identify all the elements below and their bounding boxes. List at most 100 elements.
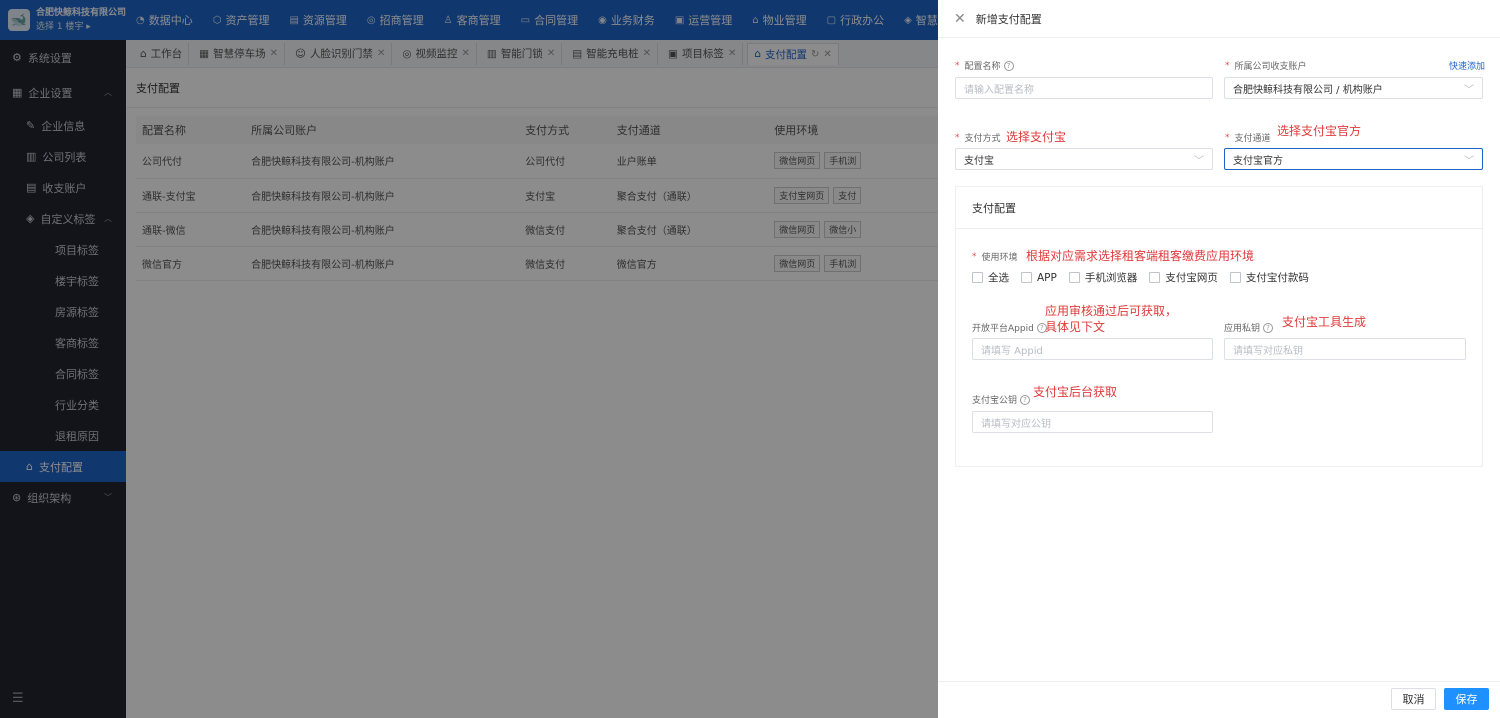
checkbox[interactable] — [972, 272, 983, 283]
sidebar-item-company-list[interactable]: ▥ 公司列表 — [0, 141, 126, 172]
env-select-all[interactable]: 全选 — [972, 270, 1009, 285]
checkbox[interactable] — [1068, 272, 1080, 283]
dashboard-icon: ◔ — [136, 14, 145, 26]
save-button[interactable]: 保存 — [1444, 688, 1489, 710]
customer-icon: ♙ — [443, 14, 453, 26]
whale-logo-icon: 🐋 — [8, 9, 30, 31]
appid-label: 开放平台Appid? — [972, 321, 1047, 334]
drawer-title: 新增支付配置 — [975, 12, 1042, 26]
gear-icon: ⚙ — [12, 51, 22, 64]
close-icon[interactable]: ✕ — [377, 48, 385, 59]
pay-channel-select[interactable]: 支付宝官方 ﹀ — [1224, 148, 1483, 170]
checkbox[interactable] — [1229, 272, 1241, 283]
table-row[interactable]: 通联-微信 合肥快鲸科技有限公司-机构账户 微信支付 聚合支付（通联） 微信网页… — [136, 212, 946, 247]
nav-resource[interactable]: ▤ 资源管理 — [279, 12, 356, 28]
help-icon[interactable]: ? — [1036, 322, 1047, 333]
lock-icon: ⌂ — [754, 48, 761, 60]
checkbox[interactable] — [1149, 272, 1161, 283]
sidebar-item-accounts[interactable]: ▤ 收支账户 — [0, 172, 126, 203]
tab-charging[interactable]: ▤ 智能充电桩 ✕ — [566, 42, 659, 65]
env-alipay-paycode[interactable]: 支付宝付款码 — [1229, 270, 1309, 285]
pay-method-select[interactable]: 支付宝 ﹀ — [955, 148, 1213, 170]
public-key-label: 支付宝公钥? — [972, 393, 1031, 406]
pay-channel-note: 选择支付宝官方 — [1277, 124, 1362, 138]
nav-operation[interactable]: ▣ 运营管理 — [665, 12, 742, 28]
nav-property[interactable]: ⌂ 物业管理 — [742, 12, 816, 28]
nav-contract[interactable]: ▭ 合同管理 — [511, 12, 588, 28]
tab-project-tags[interactable]: ▣ 项目标签 ✕ — [662, 42, 744, 65]
help-icon[interactable]: ? — [1020, 394, 1031, 405]
pay-channel-label: * 支付通道 — [1225, 132, 1271, 145]
tab-smart-lock[interactable]: ▥ 智能门锁 ✕ — [481, 42, 563, 65]
close-icon[interactable]: ✕ — [728, 48, 736, 59]
env-tag: 微信网页 — [774, 152, 821, 170]
close-icon[interactable]: ✕ — [270, 48, 278, 59]
iot-icon: ◈ — [904, 14, 912, 26]
private-key-input[interactable]: 请填写对应私钥 — [1224, 338, 1466, 360]
public-key-input[interactable]: 请填写对应公钥 — [972, 411, 1213, 433]
config-name-input[interactable]: 请输入配置名称 — [955, 77, 1213, 99]
nav-customer[interactable]: ♙ 客商管理 — [434, 12, 511, 28]
column-header: 支付方式 — [519, 116, 611, 144]
quick-add-link[interactable]: 快速添加 — [1449, 59, 1485, 72]
table-row[interactable]: 通联-支付宝 合肥快鲸科技有限公司-机构账户 支付宝 聚合支付（通联） 支付宝网… — [136, 178, 946, 213]
column-header: 所属公司账户 — [245, 116, 520, 144]
env-label: * 使用环境 — [972, 251, 1018, 264]
pay-config-table: 配置名称 所属公司账户 支付方式 支付通道 使用环境 公司代付 合肥快鲸科技有限… — [136, 116, 946, 281]
env-tag: 微信网页 — [774, 220, 821, 238]
sidebar-item-org[interactable]: ⊛ 组织架构 ﹀ — [0, 482, 126, 513]
checkbox[interactable] — [1021, 272, 1032, 283]
env-app[interactable]: APP — [1021, 272, 1057, 284]
tab-parking[interactable]: ▦ 智慧停车场 ✕ — [193, 42, 285, 65]
building-selector[interactable]: 选择 1 楼宇 ▸ — [36, 20, 126, 34]
sidebar-item-project-tags[interactable]: 项目标签 — [0, 234, 126, 265]
brand[interactable]: 🐋 合肥快鲸科技有限公司 选择 1 楼宇 ▸ — [0, 0, 126, 40]
account-select[interactable]: 合肥快鲸科技有限公司 / 机构账户 ﹀ — [1224, 77, 1483, 99]
table-row[interactable]: 公司代付 合肥快鲸科技有限公司-机构账户 公司代付 业户账单 微信网页 手机浏 — [136, 144, 946, 179]
appid-input[interactable]: 请填写 Appid — [972, 338, 1213, 360]
sidebar-item-enterprise-info[interactable]: ✎ 企业信息 — [0, 110, 126, 141]
top-nav: ◔ 数据中心 ⬡ 资产管理 ▤ 资源管理 ◎ 招商管理 ♙ 客商管理 ▭ 合同管理 ◉ 业务财… — [126, 12, 970, 28]
drawer-header: ✕ 新增支付配置 — [938, 0, 1500, 38]
table-row[interactable]: 微信官方 合肥快鲸科技有限公司-机构账户 微信支付 微信官方 微信网页 手机浏 — [136, 246, 946, 281]
tab-pay-config[interactable]: ⌂ 支付配置 ↻ ✕ — [747, 42, 839, 65]
resource-icon: ▤ — [289, 14, 299, 26]
sidebar-item-industry[interactable]: 行业分类 — [0, 389, 126, 420]
menu-collapse-icon[interactable]: ☰ — [12, 691, 24, 706]
help-icon[interactable]: ? — [1263, 322, 1274, 333]
env-alipay-web[interactable]: 支付宝网页 — [1149, 270, 1218, 285]
nav-finance[interactable]: ◉ 业务财务 — [588, 12, 665, 28]
env-mobile-browser[interactable]: 手机浏览器 — [1068, 270, 1137, 285]
sidebar-item-customer-tags[interactable]: 客商标签 — [0, 327, 126, 358]
sidebar: ⚙ 系统设置 ▦ 企业设置 ︿ ✎ 企业信息 ▥ 公司列表 ▤ 收支账户 ◈ 自定义标签 ︿ 项… — [0, 40, 126, 718]
tab-face-access[interactable]: ☺ 人脸识别门禁 ✕ — [289, 42, 393, 65]
close-icon[interactable]: ✕ — [462, 48, 470, 59]
sidebar-item-system[interactable]: ⚙ 系统设置 — [0, 40, 126, 75]
sidebar-item-contract-tags[interactable]: 合同标签 — [0, 358, 126, 389]
private-key-label: 应用私钥? — [1224, 321, 1274, 334]
sidebar-item-pay-config[interactable]: ⌂ 支付配置 — [0, 451, 126, 482]
help-icon[interactable]: ? — [1003, 60, 1014, 71]
close-icon[interactable]: ✕ — [643, 48, 651, 59]
chevron-down-icon: ﹀ — [104, 493, 112, 502]
sidebar-item-enterprise[interactable]: ▦ 企业设置 ︿ — [0, 75, 126, 110]
refresh-icon[interactable]: ↻ — [811, 49, 819, 60]
chevron-up-icon: ︿ — [104, 214, 112, 223]
sidebar-item-custom-tags[interactable]: ◈ 自定义标签 ︿ — [0, 203, 126, 234]
pay-method-label: * 支付方式 — [955, 132, 1001, 145]
tab-video[interactable]: ◎ 视频监控 ✕ — [396, 42, 477, 65]
nav-asset[interactable]: ⬡ 资产管理 — [203, 12, 280, 28]
contract-icon: ▭ — [520, 14, 531, 26]
sidebar-item-room-tags[interactable]: 房源标签 — [0, 296, 126, 327]
tab-workbench[interactable]: ⌂ 工作台 — [134, 42, 190, 65]
close-icon[interactable]: ✕ — [954, 11, 966, 27]
nav-investment[interactable]: ◎ 招商管理 — [357, 12, 434, 28]
chevron-down-icon: ﹀ — [1464, 155, 1474, 167]
cancel-button[interactable]: 取消 — [1391, 688, 1436, 710]
nav-office[interactable]: ▢ 行政办公 — [817, 12, 894, 28]
nav-data-center[interactable]: ◔ 数据中心 — [126, 12, 203, 28]
close-icon[interactable]: ✕ — [823, 49, 831, 60]
sidebar-item-building-tags[interactable]: 楼宇标签 — [0, 265, 126, 296]
sidebar-item-checkout-reasons[interactable]: 退租原因 — [0, 420, 126, 451]
close-icon[interactable]: ✕ — [547, 48, 555, 59]
